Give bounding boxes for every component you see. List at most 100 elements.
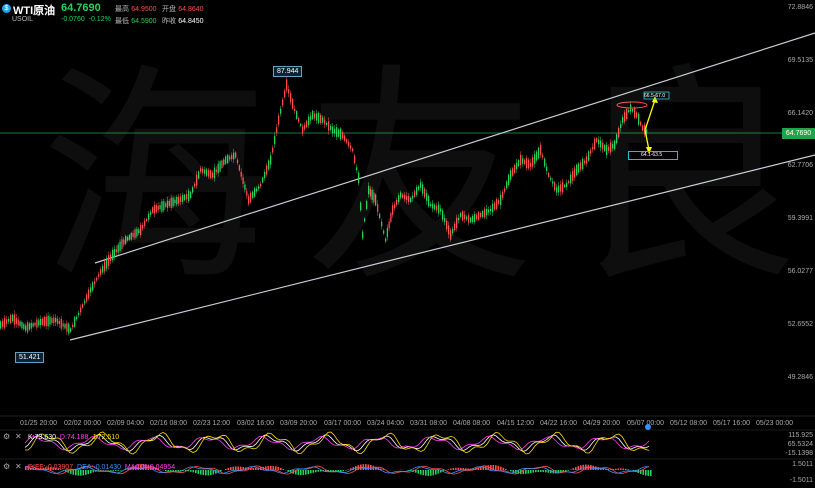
kdj-j: J:72.510 [92,434,120,441]
kdj-d: D:74.188 [59,434,89,441]
date-label: 02/02 00:00 [64,420,101,427]
macd-bar [280,467,282,470]
change-pct: -0.12% [88,16,111,23]
price-axis-label: 59.3991 [787,215,813,222]
candle-body [4,317,6,328]
macd-bar [232,466,235,470]
macd-bar [430,470,432,476]
candle-body [58,321,61,324]
date-label: 05/17 16:00 [713,420,750,427]
candle-body [276,127,278,133]
price-axis-label: 66.1420 [787,110,813,117]
macd-bar [457,467,460,470]
low-value: 64.5900 [131,18,157,25]
candle-body [13,314,16,325]
date-label: 05/12 08:00 [670,420,707,427]
macd-bar [622,468,625,470]
low-callout: 51.421 [15,352,45,363]
macd-dea: DEA:-0.01430 [77,464,122,471]
macd-bar [527,470,530,474]
crosshair-dot[interactable] [645,424,651,430]
date-label: 03/17 00:00 [324,420,361,427]
price-axis-label: 72.8846 [787,4,813,11]
candle-body [70,328,72,332]
open-stat: 开盘 64.8640 [162,4,204,14]
settings-icon[interactable]: ⚙ [3,462,10,471]
candle-body [17,319,19,326]
chevron-down-icon[interactable]: ▼ [48,5,55,12]
candle-body [36,319,38,328]
macd-values: DIFF:-0.03907 DEA:-0.01430 MACD:-0.04954 [28,464,175,471]
macd-bar [192,470,195,473]
macd-macd: MACD:-0.04954 [124,464,176,471]
date-label: 02/23 12:00 [193,420,230,427]
macd-bar [297,470,300,475]
price-axis-label: 62.7706 [787,162,813,169]
candle-body [76,316,78,320]
macd-bar [207,470,210,476]
macd-bar [200,470,202,475]
macd-bar [495,465,497,470]
candle-body [546,166,548,171]
candle-body [38,320,40,326]
candle-body [78,312,80,316]
candle-body [19,321,21,326]
symbol-logo-icon: $ [2,4,11,13]
macd-bar [270,465,272,470]
candle-body [40,319,42,325]
settings-icon[interactable]: ⚙ [3,432,10,441]
date-label: 02/09 04:00 [107,420,144,427]
macd-bar [210,470,212,476]
macd-bar [502,467,505,470]
kdj-k: K:73.630 [28,434,57,441]
candle-body [284,90,286,98]
macd-bar [437,470,440,474]
candle-body [15,317,18,324]
candle-body [23,324,25,330]
close-icon[interactable]: ✕ [15,432,22,441]
macd-bar [617,468,620,470]
date-label: 03/09 20:00 [280,420,317,427]
macd-bar [365,464,367,470]
open-label: 开盘 [162,6,176,13]
candle-body [548,173,550,177]
macd-bar [505,468,507,470]
macd-bar [307,470,310,475]
macd-bar [455,467,457,470]
candle-body [292,98,294,109]
macd-bar [240,466,242,470]
candle-body [294,108,296,112]
macd-bar [195,470,197,474]
candle-body [560,184,562,192]
macd-bar [480,467,482,470]
macd-bar [177,470,180,472]
macd-bar [512,470,515,473]
macd-bar [282,469,285,470]
date-label: 03/31 08:00 [410,420,447,427]
macd-bar [620,468,622,470]
macd-bar [540,470,542,472]
macd-diff: DIFF:-0.03907 [28,464,74,471]
macd-bar [305,470,307,475]
macd-bar [275,466,277,470]
candle-body [6,319,8,324]
price-change: -0.0760 -0.12% [61,16,111,23]
macd-bar [575,467,577,470]
close-icon[interactable]: ✕ [15,462,22,471]
date-label: 02/16 08:00 [150,420,187,427]
candle-body [540,144,542,156]
macd-bar [567,470,570,471]
macd-bar [422,470,425,476]
macd-bar [417,470,420,474]
candle-body [544,158,546,167]
macd-bar [202,470,205,476]
candle-body [8,318,10,322]
macd-bar [230,467,232,470]
prev-stat: 昨收 64.8450 [162,16,204,26]
macd-bar [530,470,532,474]
macd-axis-top: 1.5011 [792,461,813,468]
candle-body [64,324,66,329]
candle-body [290,93,292,102]
date-label: 01/25 20:00 [20,420,57,427]
macd-bar [435,470,437,475]
